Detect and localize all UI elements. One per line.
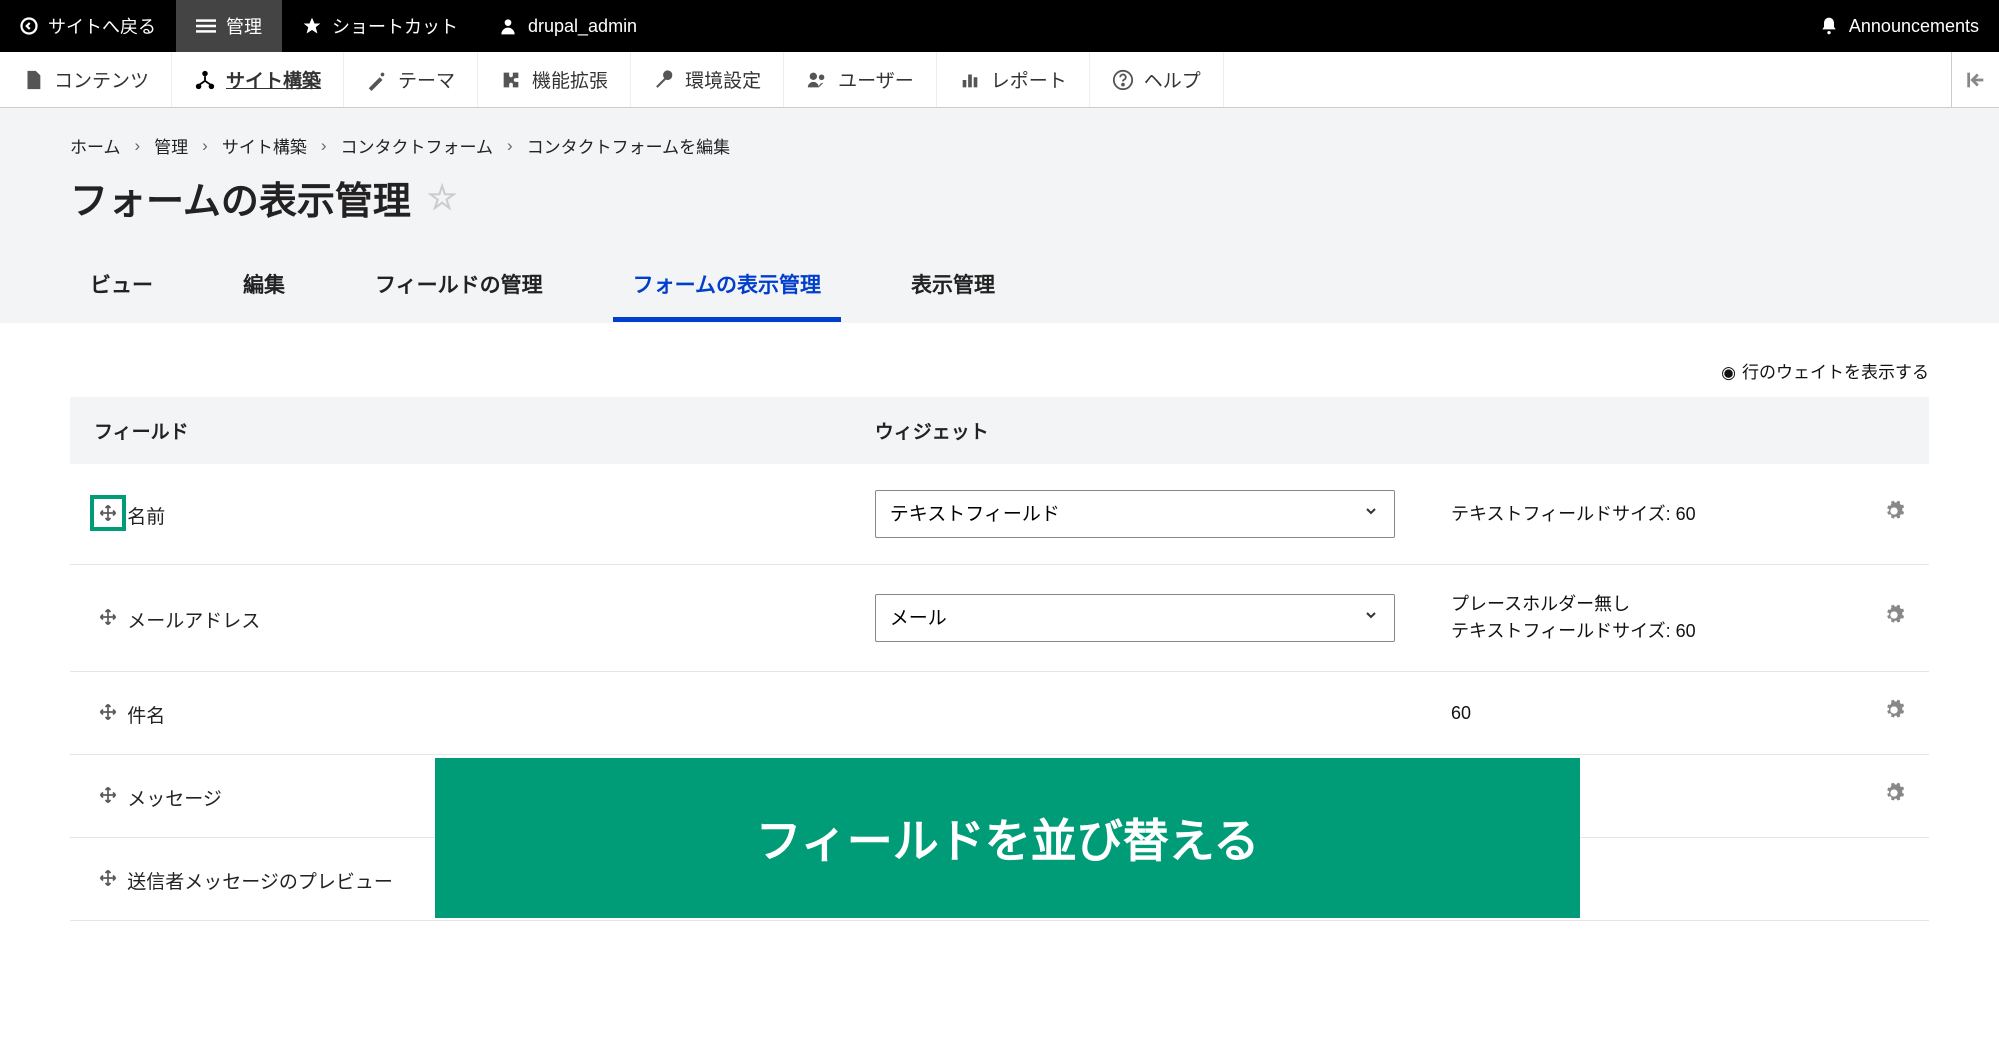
drag-handle-icon[interactable] <box>94 781 122 809</box>
hamburger-icon <box>196 16 216 36</box>
collapse-toolbar[interactable] <box>1951 52 1999 107</box>
col-field: フィールド <box>70 397 851 464</box>
field-label: 送信者メッセージのプレビュー <box>127 872 393 893</box>
chevron-left-icon <box>20 17 38 35</box>
favorite-star-icon[interactable]: ☆ <box>427 178 457 218</box>
tab-edit[interactable]: 編集 <box>223 255 305 322</box>
admin-help[interactable]: ヘルプ <box>1090 52 1224 107</box>
file-icon <box>22 69 44 91</box>
admin-structure[interactable]: サイト構築 <box>172 52 344 107</box>
admin-reports[interactable]: レポート <box>937 52 1090 107</box>
back-to-site[interactable]: サイトへ戻る <box>0 0 176 52</box>
breadcrumb-item[interactable]: ホーム <box>70 133 121 158</box>
drag-handle-icon[interactable] <box>94 499 122 527</box>
user-menu[interactable]: drupal_admin <box>478 0 657 52</box>
announcements-label: Announcements <box>1849 16 1979 37</box>
bell-icon <box>1819 16 1839 36</box>
table-row: 件名 60 <box>70 672 1929 755</box>
widget-summary: テキストフィールドサイズ: 60 <box>1451 501 1835 528</box>
field-label: メールアドレス <box>127 611 260 632</box>
tab-display[interactable]: 表示管理 <box>891 255 1015 322</box>
field-label: メッセージ <box>127 789 222 810</box>
wrench-icon <box>653 69 675 91</box>
tab-view[interactable]: ビュー <box>70 255 173 322</box>
col-widget: ウィジェット <box>851 397 1427 464</box>
breadcrumb-item[interactable]: サイト構築 <box>222 133 307 158</box>
page-title: フォームの表示管理 ☆ <box>70 170 1929 225</box>
toolbar-top: サイトへ戻る 管理 ショートカット drupal_admin Announcem… <box>0 0 1999 52</box>
widget-select[interactable]: テキストフィールド <box>875 490 1395 538</box>
announcements[interactable]: Announcements <box>1799 0 1999 52</box>
structure-icon <box>194 69 216 91</box>
help-icon <box>1112 69 1134 91</box>
admin-appearance[interactable]: テーマ <box>344 52 478 107</box>
field-label: 名前 <box>127 507 165 528</box>
admin-content[interactable]: コンテンツ <box>0 52 172 107</box>
back-to-site-label: サイトへ戻る <box>48 13 156 39</box>
table-row: メールアドレス メール プレースホルダー無しテキストフィールドサイズ: 60 <box>70 565 1929 672</box>
tab-form-display[interactable]: フォームの表示管理 <box>613 255 841 322</box>
breadcrumb: ホーム› 管理› サイト構築› コンタクトフォーム› コンタクトフォームを編集 <box>70 133 1929 158</box>
drag-handle-icon[interactable] <box>94 864 122 892</box>
breadcrumb-item[interactable]: 管理 <box>154 133 188 158</box>
wand-icon <box>366 69 388 91</box>
shortcuts[interactable]: ショートカット <box>282 0 478 52</box>
shortcuts-label: ショートカット <box>332 13 458 39</box>
field-label: 件名 <box>127 706 165 727</box>
breadcrumb-item[interactable]: コンタクトフォーム <box>341 133 494 158</box>
primary-tabs: ビュー 編集 フィールドの管理 フォームの表示管理 表示管理 <box>70 255 1929 323</box>
gear-icon[interactable] <box>1883 705 1905 726</box>
eye-icon: ◉ <box>1721 363 1736 382</box>
admin-extend[interactable]: 機能拡張 <box>478 52 631 107</box>
show-row-weights[interactable]: ◉行のウェイトを表示する <box>70 358 1929 383</box>
widget-select[interactable]: メール <box>875 594 1395 642</box>
widget-summary: プレースホルダー無しテキストフィールドサイズ: 60 <box>1451 591 1835 645</box>
people-icon <box>806 69 828 91</box>
gear-icon[interactable] <box>1883 610 1905 631</box>
user-icon <box>498 16 518 36</box>
drag-handle-icon[interactable] <box>94 698 122 726</box>
collapse-icon <box>1965 69 1987 91</box>
table-row: 名前 テキストフィールド テキストフィールドサイズ: 60 <box>70 464 1929 565</box>
manage-toggle[interactable]: 管理 <box>176 0 282 52</box>
gear-icon[interactable] <box>1883 506 1905 527</box>
manage-label: 管理 <box>226 13 262 39</box>
annotation-banner: フィールドを並び替える <box>435 758 1580 918</box>
admin-menu: コンテンツ サイト構築 テーマ 機能拡張 環境設定 ユーザー レポート ヘルプ <box>0 52 1999 108</box>
admin-people[interactable]: ユーザー <box>784 52 937 107</box>
drag-handle-icon[interactable] <box>94 603 122 631</box>
bar-chart-icon <box>959 69 981 91</box>
admin-config[interactable]: 環境設定 <box>631 52 784 107</box>
header-region: ホーム› 管理› サイト構築› コンタクトフォーム› コンタクトフォームを編集 … <box>0 108 1999 323</box>
puzzle-icon <box>500 69 522 91</box>
star-icon <box>302 16 322 36</box>
breadcrumb-item[interactable]: コンタクトフォームを編集 <box>527 133 731 158</box>
widget-summary: 60 <box>1451 700 1835 727</box>
tab-fields[interactable]: フィールドの管理 <box>355 255 563 322</box>
gear-icon[interactable] <box>1883 788 1905 809</box>
user-label: drupal_admin <box>528 16 637 37</box>
